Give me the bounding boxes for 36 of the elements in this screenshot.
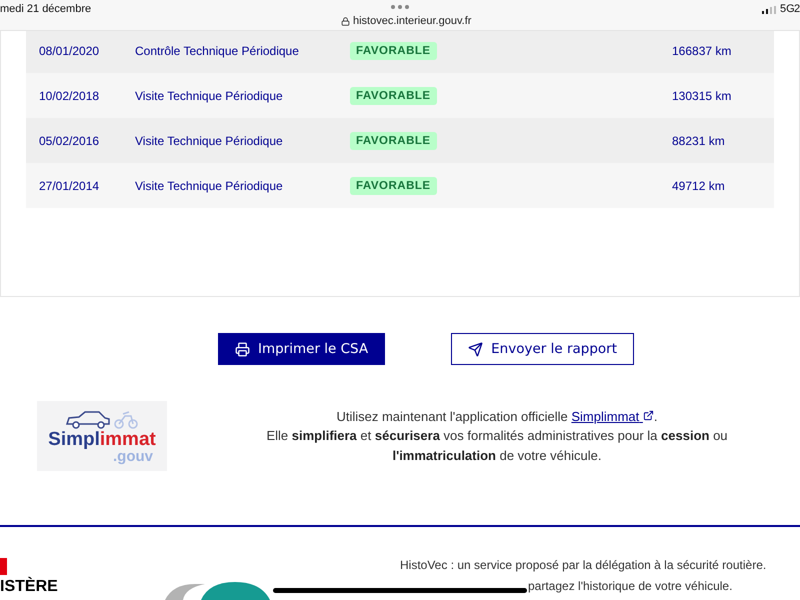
promo-text: Utilisez maintenant l'application officielle Simplimmat . Elle simplifiera et sécurisera vos formalités administratives pour la cession ou l'immatriculation de votre véhicule. <box>265 408 729 465</box>
result-badge: FAVORABLE <box>350 132 437 150</box>
type-cell-text: Contrôle Technique Périodique <box>135 44 300 58</box>
address-bar[interactable]: histovec.interieur.gouv.fr <box>341 15 472 27</box>
date-cell-text: 05/02/2016 <box>39 134 100 148</box>
simplimmat-link[interactable]: Simplimmat <box>571 408 654 424</box>
battery-label: 2 <box>794 3 800 15</box>
flag-mark <box>0 558 7 575</box>
signal-icon <box>762 6 776 14</box>
more-icon[interactable] <box>391 5 409 9</box>
date-cell-text: 08/01/2020 <box>39 44 100 58</box>
mileage-cell-text: 130315 km <box>672 88 732 102</box>
lock-icon <box>341 16 350 26</box>
mileage-cell-text: 166837 km <box>672 44 732 58</box>
result-badge: FAVORABLE <box>350 86 437 104</box>
result-badge: FAVORABLE <box>350 42 437 60</box>
logo-wordmark: Simplimmat <box>48 430 156 449</box>
type-cell-text: Visite Technique Périodique <box>135 134 284 148</box>
status-date: medi 21 décembre <box>0 3 92 15</box>
printer-icon <box>234 342 250 356</box>
print-button[interactable]: Imprimer le CSA <box>218 333 386 365</box>
type-cell-text: Visite Technique Périodique <box>135 88 284 102</box>
external-link-icon <box>642 410 654 421</box>
logo-suffix: .gouv <box>113 449 153 464</box>
date-cell-text: 10/02/2018 <box>39 88 100 102</box>
mileage-cell-text: 88231 km <box>672 134 726 148</box>
network-label: 5G <box>780 3 795 15</box>
mileage-cell-text: 49712 km <box>672 178 726 192</box>
footer-text: HistoVec : un service proposé par la délégation à la sécurité routière. <box>400 558 766 572</box>
send-icon <box>468 342 484 356</box>
result-badge: FAVORABLE <box>350 176 437 194</box>
send-button[interactable]: Envoyer le rapport <box>451 333 634 365</box>
date-cell-text: 27/01/2014 <box>39 178 100 192</box>
ministry-name: ISTÈRE <box>0 578 58 596</box>
type-cell-text: Visite Technique Périodique <box>135 178 284 192</box>
footer-text: partagez l'historique de votre véhicule. <box>528 579 734 593</box>
